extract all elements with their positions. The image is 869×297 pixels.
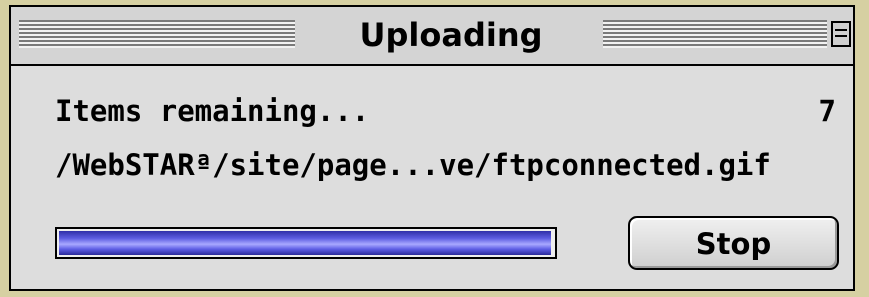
- current-file-path: /WebSTARª/site/page...ve/ftpconnected.gi…: [55, 148, 771, 182]
- items-remaining-label: Items remaining...: [55, 94, 370, 128]
- collapse-box-line: [835, 29, 847, 31]
- upload-progress-bar: [55, 227, 557, 259]
- dialog-content: Items remaining... 7 /WebSTARª/site/page…: [11, 66, 853, 289]
- upload-progress-fill: [59, 231, 551, 255]
- upload-dialog-window: Uploading files... Items remaining... 7 …: [9, 5, 855, 291]
- title-bar-stripes-left: [19, 20, 295, 48]
- title-bar-stripes-right: [603, 20, 827, 48]
- title-bar[interactable]: Uploading files...: [11, 7, 853, 102]
- stop-button[interactable]: Stop: [628, 216, 839, 270]
- items-remaining-count: 7: [818, 94, 836, 128]
- collapse-box-icon[interactable]: [831, 21, 851, 47]
- collapse-box-line: [835, 35, 847, 37]
